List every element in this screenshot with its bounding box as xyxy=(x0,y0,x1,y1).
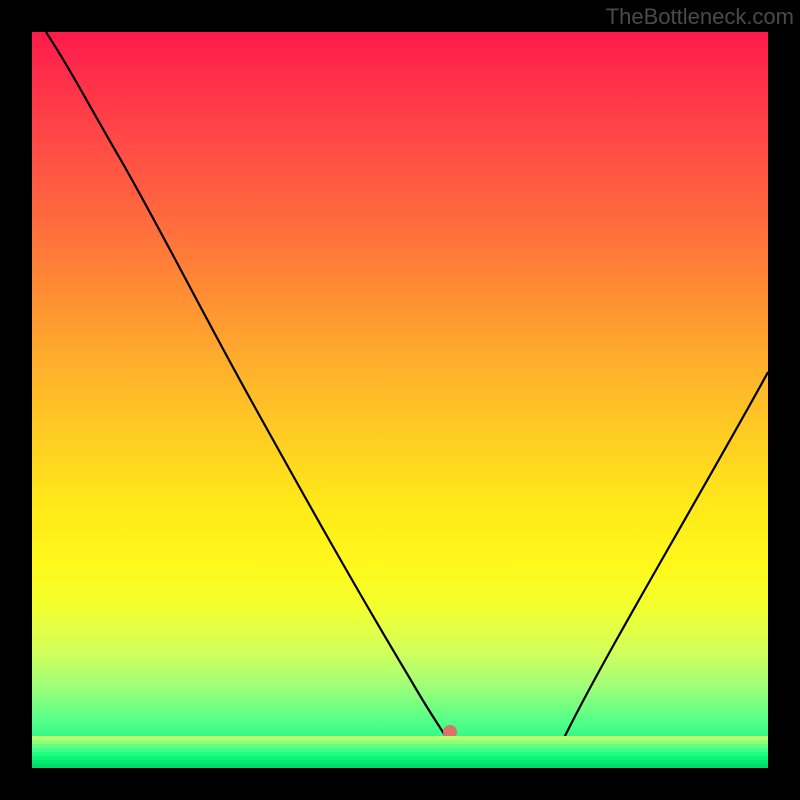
chart-overlay-svg xyxy=(32,32,768,768)
bottleneck-curve-line xyxy=(46,32,768,760)
chart-plot-area xyxy=(32,32,768,768)
gradient-stripe xyxy=(32,764,768,768)
watermark-text: TheBottleneck.com xyxy=(606,4,794,30)
